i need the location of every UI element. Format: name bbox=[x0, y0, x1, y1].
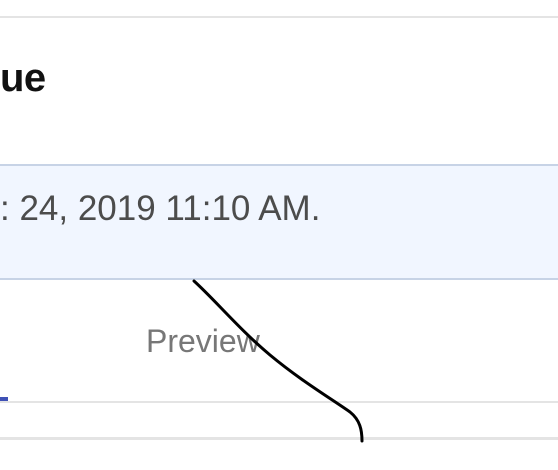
banner-timestamp-text: : 24, 2019 11:10 AM. bbox=[0, 189, 321, 228]
tab-preview[interactable]: Preview bbox=[146, 322, 260, 360]
bottom-divider bbox=[0, 437, 558, 440]
top-divider bbox=[0, 16, 558, 18]
page-title: ue bbox=[0, 56, 46, 100]
info-banner: : 24, 2019 11:10 AM. bbox=[0, 164, 558, 280]
tab-bar-divider bbox=[0, 401, 558, 403]
